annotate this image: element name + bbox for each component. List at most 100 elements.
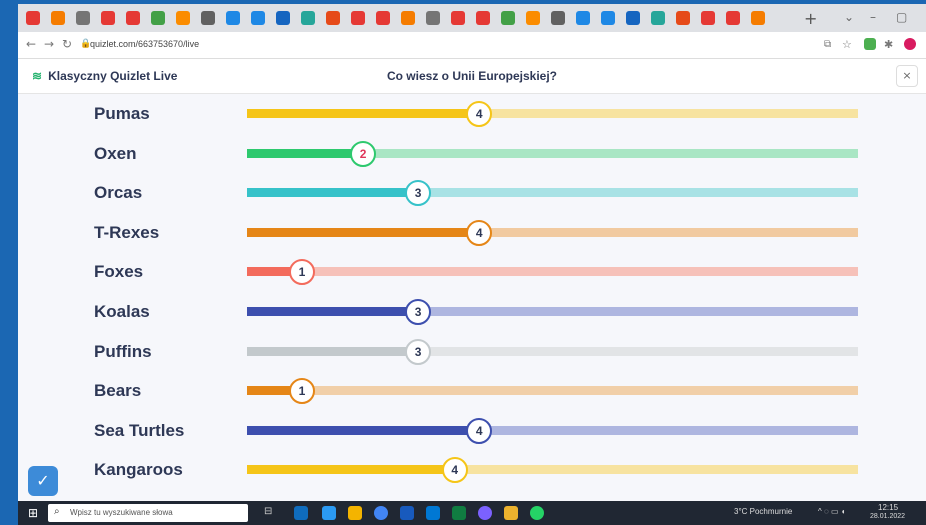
puzzle-icon[interactable]: ✱ [884, 38, 893, 51]
browser-tab[interactable] [301, 11, 315, 25]
score-badge: 4 [466, 417, 493, 444]
browser-tab[interactable] [451, 11, 465, 25]
score-badge: 3 [405, 180, 432, 207]
task-view-icon[interactable]: ⊟ [264, 506, 278, 520]
team-row: Kangaroos 4 [18, 450, 926, 490]
windows-start-icon[interactable]: ⊞ [28, 506, 38, 520]
browser-tab[interactable] [76, 11, 90, 25]
browser-tab[interactable] [476, 11, 490, 25]
score-badge: 4 [441, 457, 468, 484]
maximize-button[interactable]: ▢ [896, 10, 907, 24]
profile-avatar[interactable] [904, 38, 916, 50]
browser-tab-strip: + ⌄ – ▢ [18, 4, 926, 32]
taskbar-search[interactable]: ⌕ Wpisz tu wyszukiwane słowa [48, 504, 248, 522]
team-name: Kangaroos [94, 460, 183, 480]
browser-tab[interactable] [426, 11, 440, 25]
explorer-icon[interactable] [348, 506, 362, 520]
messenger-icon[interactable] [478, 506, 492, 520]
progress-track [247, 425, 858, 435]
whatsapp-icon[interactable] [530, 506, 544, 520]
browser-tab[interactable] [751, 11, 765, 25]
team-row: Bears 1 [18, 371, 926, 411]
weather-status[interactable]: 3°C Pochmurnie [734, 507, 792, 516]
team-name: Orcas [94, 183, 143, 203]
score-badge: 3 [405, 338, 432, 365]
browser-tab[interactable] [326, 11, 340, 25]
reload-icon[interactable]: ↻ [62, 37, 72, 51]
bookmark-star-icon[interactable]: ☆ [842, 38, 852, 51]
word-icon[interactable] [400, 506, 414, 520]
browser-tab[interactable] [26, 11, 40, 25]
progress-fill [247, 109, 480, 118]
clock-date[interactable]: 28.01.2022 [870, 513, 905, 520]
browser-tab[interactable] [251, 11, 265, 25]
shield-icon[interactable]: ✓ [28, 466, 58, 496]
browser-tab[interactable] [51, 11, 65, 25]
clock-time[interactable]: 12:15 [878, 503, 898, 512]
close-button[interactable]: × [896, 65, 918, 87]
browser-tab[interactable] [526, 11, 540, 25]
slack-icon[interactable] [504, 506, 518, 520]
browser-tab[interactable] [226, 11, 240, 25]
team-row: T-Rexes 4 [18, 213, 926, 253]
team-row: Sea Turtles 4 [18, 411, 926, 451]
browser-tab[interactable] [701, 11, 715, 25]
team-row: Oxen 2 [18, 134, 926, 174]
quiz-title: Co wiesz o Unii Europejskiej? [386, 69, 558, 83]
team-name: Oxen [94, 143, 137, 163]
browser-tab[interactable] [201, 11, 215, 25]
team-name: Bears [94, 381, 142, 401]
app-icon[interactable] [294, 506, 308, 520]
browser-tab[interactable] [551, 11, 565, 25]
progress-track [247, 465, 858, 475]
share-icon[interactable]: ⧉ [824, 39, 831, 50]
team-row: Koalas 3 [18, 292, 926, 332]
progress-track [247, 148, 858, 158]
leaderboard: Pumas 4 Oxen 2 Orcas 3 T-Rexes 4 Foxes 1 Koalas 3 Pu… [18, 94, 926, 501]
browser-tab[interactable] [676, 11, 690, 25]
browser-tab[interactable] [601, 11, 615, 25]
browser-tab[interactable] [501, 11, 515, 25]
browser-tab[interactable] [576, 11, 590, 25]
browser-tab[interactable] [126, 11, 140, 25]
progress-track [247, 346, 858, 356]
forward-icon[interactable]: → [44, 37, 54, 51]
screen: + ⌄ – ▢ ← → ↻ 🔒 quizlet.com/663753670/li… [18, 4, 926, 525]
team-row: Puffins 3 [18, 332, 926, 372]
excel-icon[interactable] [452, 506, 466, 520]
address-bar: ← → ↻ 🔒 quizlet.com/663753670/live ⧉ ☆ ✱ [18, 32, 926, 59]
browser-tab[interactable] [176, 11, 190, 25]
browser-tab[interactable] [626, 11, 640, 25]
app-header: ≋ Klasyczny Quizlet Live Co wiesz o Unii … [18, 59, 926, 94]
extension-icon[interactable] [864, 38, 876, 50]
score-badge: 3 [405, 299, 432, 325]
browser-tab[interactable] [276, 11, 290, 25]
edge-icon[interactable] [322, 506, 336, 520]
tray-icons[interactable]: ^ ◌ ▭ ◖ [818, 507, 846, 516]
progress-fill [247, 307, 419, 316]
browser-tab[interactable] [101, 11, 115, 25]
team-name: T-Rexes [94, 222, 160, 242]
browser-tab[interactable] [401, 11, 415, 25]
taskbar-search-placeholder: Wpisz tu wyszukiwane słowa [70, 508, 173, 517]
chevron-down-icon[interactable]: ⌄ [844, 10, 854, 24]
progress-track [247, 386, 858, 396]
score-badge: 2 [350, 140, 377, 167]
team-row: Foxes 1 [18, 252, 926, 292]
chrome-icon[interactable] [374, 506, 388, 520]
browser-tab[interactable] [151, 11, 165, 25]
score-badge: 1 [288, 259, 315, 286]
browser-tab[interactable] [726, 11, 740, 25]
new-tab-button[interactable]: + [804, 9, 817, 28]
app-icon[interactable] [426, 506, 440, 520]
url-field[interactable]: quizlet.com/663753670/live [90, 39, 199, 49]
team-name: Koalas [94, 302, 150, 321]
browser-tab[interactable] [651, 11, 665, 25]
browser-tab[interactable] [376, 11, 390, 25]
browser-tab[interactable] [351, 11, 365, 25]
progress-fill [247, 148, 364, 158]
back-icon[interactable]: ← [26, 37, 36, 51]
progress-track [247, 307, 858, 316]
progress-fill [247, 227, 480, 237]
minimize-button[interactable]: – [870, 10, 876, 24]
